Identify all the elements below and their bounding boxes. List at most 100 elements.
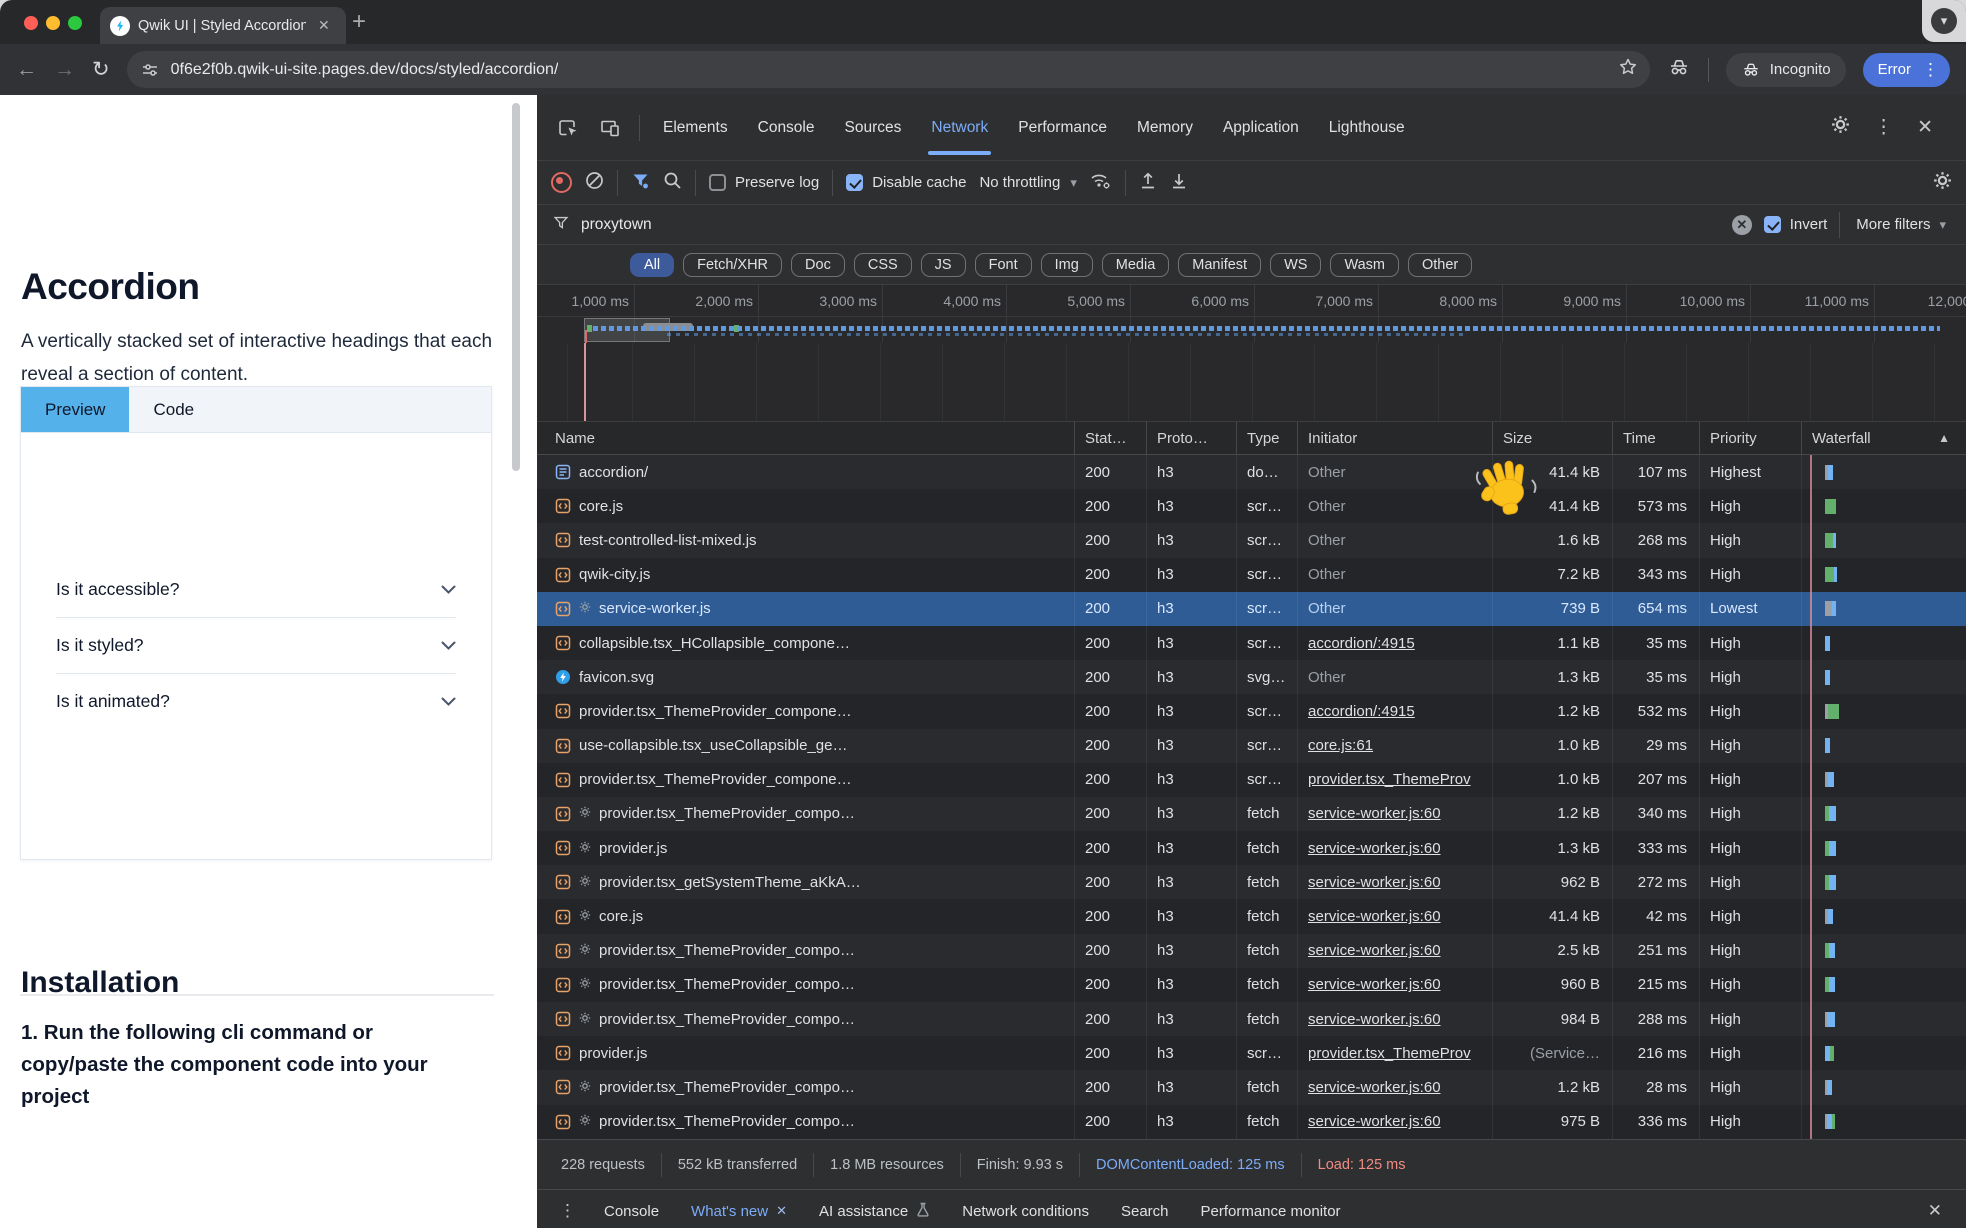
checkbox-checked-icon[interactable] [1764, 216, 1781, 233]
filter-chip-img[interactable]: Img [1041, 253, 1093, 277]
request-name-cell[interactable]: core.js [537, 899, 1075, 933]
network-request-row[interactable]: provider.tsx_ThemeProvider_compo…200h3fe… [537, 1070, 1966, 1104]
column-header-name[interactable]: Name [537, 422, 1075, 454]
site-settings-icon[interactable] [141, 61, 159, 79]
network-request-row[interactable]: accordion/200h3do…Other41.4 kB107 msHigh… [537, 455, 1966, 489]
drawer-menu-icon[interactable]: ⋮ [547, 1201, 588, 1221]
incognito-indicator-icon[interactable] [1667, 57, 1691, 82]
request-initiator[interactable]: service-worker.js:60 [1298, 1105, 1493, 1139]
network-request-row[interactable]: qwik-city.js200h3scr…Other7.2 kB343 msHi… [537, 558, 1966, 592]
request-initiator[interactable]: service-worker.js:60 [1298, 1002, 1493, 1036]
network-request-row[interactable]: provider.tsx_ThemeProvider_compone…200h3… [537, 763, 1966, 797]
disable-cache-checkbox[interactable]: Disable cache [846, 174, 966, 191]
network-request-row[interactable]: provider.tsx_ThemeProvider_compo…200h3fe… [537, 934, 1966, 968]
request-initiator[interactable]: service-worker.js:60 [1298, 797, 1493, 831]
window-zoom-button[interactable] [68, 16, 82, 30]
column-header-initiator[interactable]: Initiator [1298, 422, 1493, 454]
clear-filter-icon[interactable]: ✕ [1732, 215, 1752, 235]
initiator-link[interactable]: service-worker.js:60 [1308, 874, 1441, 891]
clear-network-log-icon[interactable] [585, 171, 604, 194]
network-request-row[interactable]: provider.tsx_ThemeProvider_compo…200h3fe… [537, 968, 1966, 1002]
network-request-row[interactable]: provider.js200h3scr…provider.tsx_ThemePr… [537, 1036, 1966, 1070]
request-initiator[interactable]: core.js:61 [1298, 729, 1493, 763]
request-name-cell[interactable]: core.js [537, 489, 1075, 523]
request-name-cell[interactable]: test-controlled-list-mixed.js [537, 523, 1075, 557]
request-initiator[interactable]: accordion/:4915 [1298, 694, 1493, 728]
close-icon[interactable]: ✕ [776, 1203, 787, 1219]
filter-chip-doc[interactable]: Doc [791, 253, 845, 277]
initiator-link[interactable]: core.js:61 [1308, 737, 1373, 754]
request-name-cell[interactable]: provider.tsx_ThemeProvider_compo… [537, 1070, 1075, 1104]
back-button[interactable]: ← [16, 59, 37, 80]
initiator-link[interactable]: service-worker.js:60 [1308, 1011, 1441, 1028]
request-name-cell[interactable]: favicon.svg [537, 660, 1075, 694]
network-request-row[interactable]: core.js200h3scr…Other41.4 kB573 msHigh [537, 489, 1966, 523]
page-scrollbar[interactable] [512, 103, 520, 471]
record-network-log-button[interactable] [551, 172, 572, 193]
address-bar[interactable]: 0f6e2f0b.qwik-ui-site.pages.dev/docs/sty… [127, 51, 1650, 88]
request-initiator[interactable]: accordion/:4915 [1298, 626, 1493, 660]
browser-tab[interactable]: Qwik UI | Styled Accordion Co ✕ [100, 7, 346, 44]
network-settings-gear-icon[interactable] [1933, 171, 1952, 194]
browser-menu-error-button[interactable]: Error ⋮ [1863, 53, 1950, 87]
devtools-close-icon[interactable]: ✕ [1910, 116, 1940, 139]
url-text[interactable]: 0f6e2f0b.qwik-ui-site.pages.dev/docs/sty… [171, 61, 559, 79]
request-initiator[interactable]: service-worker.js:60 [1298, 899, 1493, 933]
checkbox-checked-icon[interactable] [846, 174, 863, 191]
request-name-cell[interactable]: qwik-city.js [537, 558, 1075, 592]
filter-value[interactable]: proxytown [581, 216, 652, 234]
request-name-cell[interactable]: use-collapsible.tsx_useCollapsible_ge… [537, 729, 1075, 763]
request-initiator[interactable]: service-worker.js:60 [1298, 968, 1493, 1002]
drawer-tab-network-conditions[interactable]: Network conditions [946, 1190, 1105, 1228]
initiator-link[interactable]: service-worker.js:60 [1308, 1113, 1441, 1130]
request-name-cell[interactable]: provider.tsx_ThemeProvider_compo… [537, 968, 1075, 1002]
filter-chip-other[interactable]: Other [1408, 253, 1472, 277]
initiator-link[interactable]: service-worker.js:60 [1308, 908, 1441, 925]
initiator-link[interactable]: service-worker.js:60 [1308, 942, 1441, 959]
network-request-row[interactable]: provider.tsx_ThemeProvider_compone…200h3… [537, 694, 1966, 728]
checkbox-unchecked-icon[interactable] [709, 174, 726, 191]
request-initiator[interactable]: provider.tsx_ThemeProv [1298, 763, 1493, 797]
request-name-cell[interactable]: provider.tsx_ThemeProvider_compone… [537, 694, 1075, 728]
network-request-row[interactable]: collapsible.tsx_HCollapsible_compone…200… [537, 626, 1966, 660]
initiator-link[interactable]: provider.tsx_ThemeProv [1308, 1045, 1471, 1062]
forward-button[interactable]: → [54, 59, 75, 80]
search-icon[interactable] [663, 171, 682, 194]
tab-code[interactable]: Code [129, 387, 218, 432]
drawer-close-icon[interactable]: ✕ [1914, 1201, 1956, 1221]
accordion-trigger[interactable]: Is it animated? [56, 674, 456, 729]
network-request-row[interactable]: provider.tsx_ThemeProvider_compo…200h3fe… [537, 797, 1966, 831]
network-request-row[interactable]: provider.tsx_getSystemTheme_aKkA…200h3fe… [537, 865, 1966, 899]
request-name-cell[interactable]: provider.tsx_ThemeProvider_compo… [537, 1002, 1075, 1036]
initiator-link[interactable]: service-worker.js:60 [1308, 840, 1441, 857]
filter-chip-fetch-xhr[interactable]: Fetch/XHR [683, 253, 782, 277]
network-request-row[interactable]: service-worker.js200h3scr…Other739 B654 … [537, 592, 1966, 626]
drawer-tab-search[interactable]: Search [1105, 1190, 1185, 1228]
request-name-cell[interactable]: provider.js [537, 1036, 1075, 1070]
more-filters-dropdown[interactable]: More filters ▾ [1852, 216, 1950, 233]
network-request-row[interactable]: core.js200h3fetchservice-worker.js:6041.… [537, 899, 1966, 933]
accordion-trigger[interactable]: Is it accessible? [56, 562, 456, 618]
sort-ascending-icon[interactable]: ▲ [1938, 431, 1956, 445]
export-har-icon[interactable] [1170, 171, 1188, 194]
devtools-tab-console[interactable]: Console [745, 95, 828, 160]
devtools-tab-application[interactable]: Application [1210, 95, 1312, 160]
devtools-tab-elements[interactable]: Elements [650, 95, 741, 160]
column-header-time[interactable]: Time [1613, 422, 1700, 454]
request-name-cell[interactable]: provider.js [537, 831, 1075, 865]
devtools-tab-memory[interactable]: Memory [1124, 95, 1206, 160]
initiator-link[interactable]: provider.tsx_ThemeProv [1308, 771, 1471, 788]
filter-chip-ws[interactable]: WS [1270, 253, 1321, 277]
inspect-element-icon[interactable] [549, 117, 587, 139]
column-header-proto[interactable]: Proto… [1147, 422, 1237, 454]
browser-menu-icon[interactable]: ⋮ [1919, 60, 1942, 80]
filter-chip-wasm[interactable]: Wasm [1330, 253, 1399, 277]
devtools-menu-icon[interactable]: ⋮ [1867, 116, 1900, 139]
column-header-size[interactable]: Size [1493, 422, 1613, 454]
bookmark-star-icon[interactable] [1618, 57, 1638, 82]
devtools-tab-lighthouse[interactable]: Lighthouse [1316, 95, 1418, 160]
window-minimize-button[interactable] [46, 16, 60, 30]
devtools-tab-network[interactable]: Network [918, 95, 1001, 160]
new-tab-button[interactable]: + [352, 8, 366, 36]
column-header-stat[interactable]: Stat… [1075, 422, 1147, 454]
